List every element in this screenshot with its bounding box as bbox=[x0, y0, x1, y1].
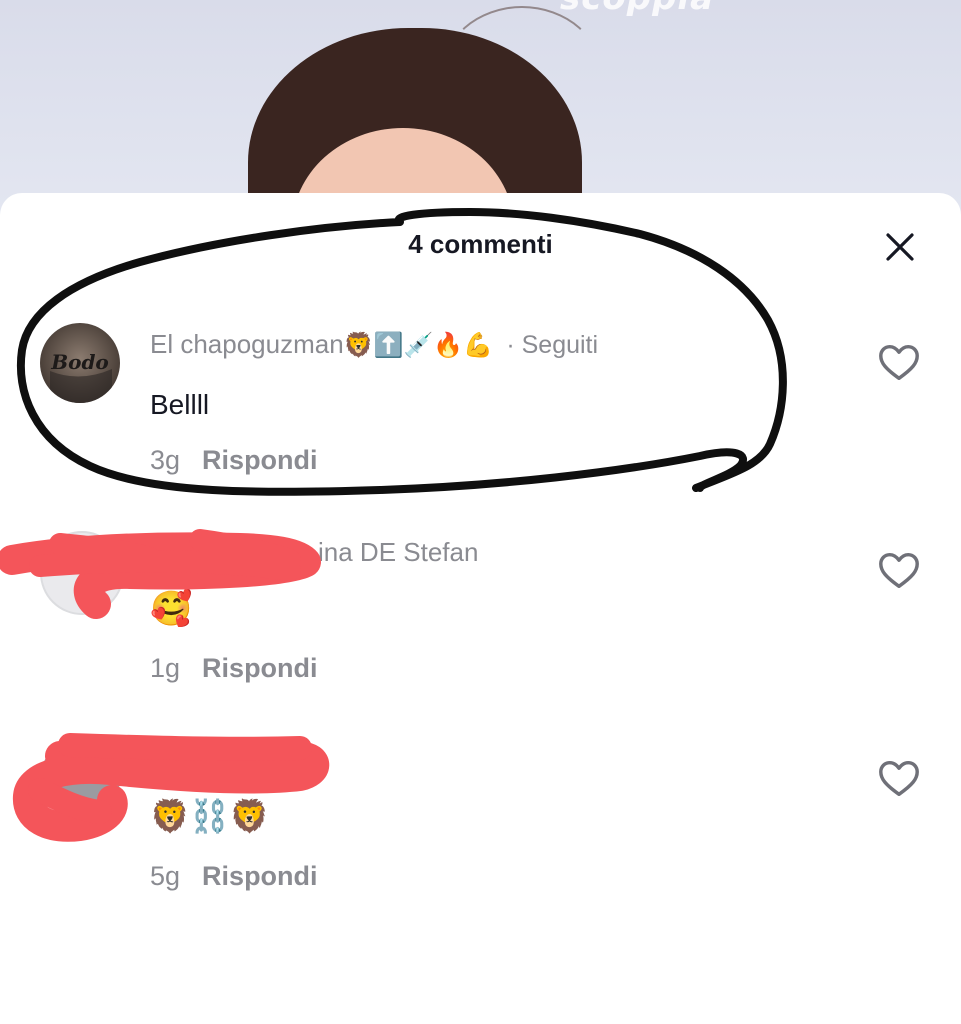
reply-button[interactable]: Rispondi bbox=[202, 653, 318, 683]
comments-sheet: 4 commenti Bodo El chapoguzman🦁⬆️💉🔥💪 · S… bbox=[0, 193, 961, 1024]
comment-text: 🦁⛓️🦁 bbox=[150, 798, 270, 834]
comments-count-title: 4 commenti bbox=[408, 229, 553, 259]
comment-text: 🥰 bbox=[150, 590, 193, 628]
video-stray-hair bbox=[440, 6, 604, 150]
heart-icon[interactable] bbox=[876, 755, 922, 801]
comment-meta: 3g Rispondi bbox=[150, 445, 318, 476]
reply-button[interactable]: Rispondi bbox=[202, 861, 318, 891]
comment-username[interactable]: El chapoguzman🦁⬆️💉🔥💪 · Seguiti bbox=[150, 329, 598, 360]
comment-username[interactable]: ina DE Stefan bbox=[318, 537, 478, 568]
avatar-tattoo-text: Bodo bbox=[50, 350, 109, 374]
follow-status: · Seguiti bbox=[506, 331, 599, 359]
video-caption: scoppia bbox=[560, 0, 714, 18]
close-icon bbox=[886, 233, 914, 261]
comment-item: 🦁⛓️🦁 5g Rispondi bbox=[0, 731, 961, 901]
comment-text: Bellll bbox=[150, 389, 210, 420]
video-background: scoppia bbox=[0, 0, 961, 210]
comment-meta: 5g Rispondi bbox=[150, 861, 318, 892]
comment-age: 5g bbox=[150, 861, 181, 891]
username-text[interactable]: ina DE Stefan bbox=[318, 537, 478, 567]
avatar[interactable]: Bodo bbox=[40, 323, 120, 403]
avatar[interactable] bbox=[40, 531, 124, 615]
heart-icon[interactable] bbox=[876, 339, 922, 385]
comment-age: 3g bbox=[150, 445, 181, 475]
comment-age: 1g bbox=[150, 653, 181, 683]
reply-button[interactable]: Rispondi bbox=[202, 445, 318, 475]
username-emoji: 🦁⬆️💉🔥💪 bbox=[343, 332, 494, 359]
comment-item: Bodo El chapoguzman🦁⬆️💉🔥💪 · Seguiti Bell… bbox=[0, 313, 961, 483]
comment-meta: 1g Rispondi bbox=[150, 653, 318, 684]
username-text[interactable]: El chapoguzman bbox=[150, 329, 344, 359]
heart-icon[interactable] bbox=[876, 547, 922, 593]
comment-item: ina DE Stefan 🥰 1g Rispondi bbox=[0, 523, 961, 693]
close-button[interactable] bbox=[878, 225, 922, 269]
avatar[interactable] bbox=[40, 739, 120, 819]
